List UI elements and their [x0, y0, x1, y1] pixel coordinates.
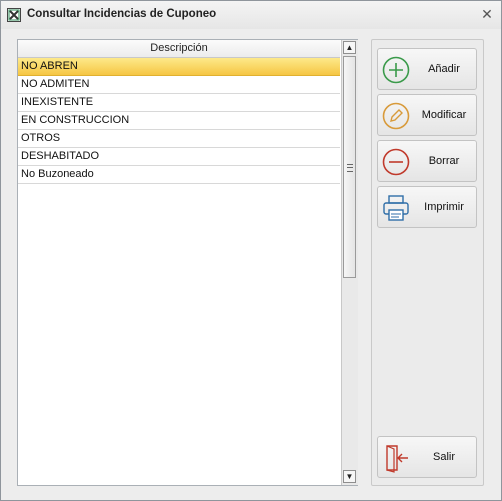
- vertical-scrollbar[interactable]: ▲ ▼: [341, 40, 358, 485]
- dialog-window: Consultar Incidencias de Cuponeo ✕ Descr…: [0, 0, 502, 501]
- window-title: Consultar Incidencias de Cuponeo: [27, 8, 217, 20]
- list-item[interactable]: OTROS: [18, 130, 340, 148]
- list-item[interactable]: DESHABITADO: [18, 148, 340, 166]
- exit-door-icon: [386, 445, 408, 473]
- list-item[interactable]: INEXISTENTE: [18, 94, 340, 112]
- close-button[interactable]: ✕: [479, 6, 495, 22]
- title-bar[interactable]: Consultar Incidencias de Cuponeo ✕: [1, 1, 501, 29]
- minus-circle-icon: [382, 148, 410, 176]
- scroll-thumb[interactable]: [343, 56, 356, 278]
- delete-button-label: Borrar: [428, 155, 460, 167]
- list-rows: NO ABREN NO ADMITEN INEXISTENTE EN CONSTRUC…: [18, 58, 340, 184]
- print-button[interactable]: Imprimir: [377, 186, 477, 228]
- printer-icon: [383, 195, 409, 221]
- exit-button-label: Salir: [432, 451, 455, 463]
- exit-button[interactable]: Salir: [377, 436, 477, 478]
- incidencias-list: Descripción NO ABREN NO ADMITEN INEXISTENT…: [17, 39, 358, 486]
- delete-button[interactable]: Borrar: [377, 140, 477, 182]
- pencil-circle-icon: [382, 102, 410, 130]
- actions-panel: Añadir Modificar Borrar Imprimir Salir: [371, 39, 484, 486]
- list-item[interactable]: NO ADMITEN: [18, 76, 340, 94]
- column-header-descripcion[interactable]: Descripción: [18, 40, 340, 58]
- print-button-label: Imprimir: [424, 201, 464, 213]
- add-button-label: Añadir: [428, 63, 460, 75]
- list-item[interactable]: NO ABREN: [18, 58, 340, 76]
- modify-button-label: Modificar: [421, 109, 467, 121]
- scroll-up-button[interactable]: ▲: [343, 41, 356, 54]
- app-icon: [7, 8, 21, 22]
- scroll-down-button[interactable]: ▼: [343, 470, 356, 483]
- plus-circle-icon: [382, 56, 410, 84]
- add-button[interactable]: Añadir: [377, 48, 477, 90]
- modify-button[interactable]: Modificar: [377, 94, 477, 136]
- list-item[interactable]: No Buzoneado: [18, 166, 340, 184]
- list-item[interactable]: EN CONSTRUCCION: [18, 112, 340, 130]
- scroll-grip-icon: [347, 164, 353, 172]
